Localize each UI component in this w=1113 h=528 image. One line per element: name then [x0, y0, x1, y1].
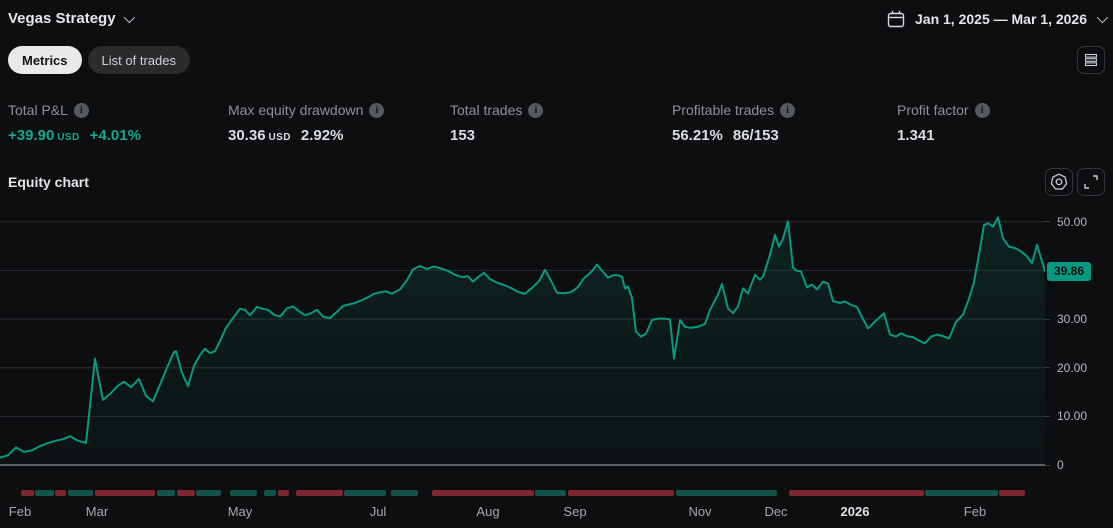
metric-secondary: 2.92% — [300, 127, 344, 144]
x-axis-label: Dec — [764, 504, 788, 519]
metric-profit-factor: Profit factor i 1.341 — [897, 102, 990, 144]
y-axis-tick — [1045, 221, 1050, 223]
page-title: Vegas Strategy — [8, 10, 116, 27]
x-axis-label: Nov — [688, 504, 712, 519]
metric-secondary: +4.01% — [89, 127, 141, 144]
metric-max-drawdown: Max equity drawdown i 30.36 USD 2.92% — [228, 102, 385, 144]
chevron-down-icon — [123, 11, 135, 23]
trade-segment-loss[interactable] — [55, 490, 66, 496]
x-axis-label: 2026 — [840, 504, 870, 519]
y-axis-label: 30.00 — [1057, 312, 1088, 327]
y-axis-tick — [1045, 415, 1050, 417]
chevron-down-icon — [1096, 11, 1109, 24]
trade-segment-win[interactable] — [196, 490, 221, 496]
trade-segment-loss[interactable] — [568, 490, 674, 496]
metric-total-pnl: Total P&L i +39.90 USD +4.01% — [8, 102, 141, 144]
trade-segment-loss[interactable] — [177, 490, 195, 496]
trade-segment-win[interactable] — [391, 490, 418, 496]
y-axis-label: 50.00 — [1057, 214, 1088, 229]
trade-results-strip — [0, 490, 1045, 497]
metric-value: 56.21% — [672, 127, 723, 144]
metric-secondary: 86/153 — [732, 127, 779, 144]
rows-icon — [1084, 53, 1098, 67]
equity-area-fill — [0, 217, 1045, 465]
fullscreen-button[interactable] — [1077, 168, 1105, 196]
gear-icon — [1050, 173, 1068, 190]
trade-segment-win[interactable] — [157, 490, 175, 496]
trade-segment-loss[interactable] — [999, 490, 1025, 496]
strategy-selector[interactable]: Vegas Strategy — [8, 10, 135, 27]
report-layout-button[interactable] — [1077, 46, 1105, 74]
trade-segment-loss[interactable] — [278, 490, 289, 496]
trade-segment-loss[interactable] — [95, 490, 155, 496]
metrics-summary: Total P&L i +39.90 USD +4.01% Max equity… — [0, 102, 1113, 152]
metric-profitable-trades: Profitable trades i 56.21% 86/153 — [672, 102, 795, 144]
info-icon[interactable]: i — [974, 102, 990, 118]
date-range-selector[interactable]: Jan 1, 2025 — Mar 1, 2026 — [887, 10, 1109, 28]
y-axis[interactable]: 0 10.00 20.00 30.00 50.00 39.86 — [1045, 210, 1113, 480]
tabs-row: Metrics List of trades — [8, 46, 1105, 74]
strategy-tester-panel: Vegas Strategy Jan 1, 2025 — Mar 1, 2026… — [0, 0, 1113, 528]
x-axis-label: Feb — [963, 504, 987, 519]
info-icon[interactable]: i — [528, 102, 544, 118]
info-icon[interactable]: i — [779, 102, 795, 118]
metric-value: 1.341 — [897, 127, 935, 144]
y-axis-label: 20.00 — [1057, 360, 1088, 375]
metric-label: Profit factor — [897, 102, 969, 118]
trade-segment-loss[interactable] — [296, 490, 343, 496]
fullscreen-icon — [1084, 175, 1098, 189]
top-bar: Vegas Strategy Jan 1, 2025 — Mar 1, 2026 — [0, 10, 1113, 36]
calendar-icon — [887, 11, 905, 28]
metric-label: Max equity drawdown — [228, 102, 364, 118]
metric-label: Total P&L — [8, 102, 68, 118]
x-axis-label: May — [227, 504, 253, 519]
chart-title: Equity chart — [8, 174, 89, 190]
metric-label: Total trades — [450, 102, 523, 118]
x-axis-label: Mar — [85, 504, 109, 519]
equity-curve-plot — [0, 216, 1045, 466]
x-axis[interactable]: Feb Mar May Jul Aug Sep Nov Dec 2026 Feb — [0, 504, 1045, 522]
view-tabs: Metrics List of trades — [8, 46, 1105, 74]
trade-segment-win[interactable] — [925, 490, 998, 496]
chart-header: Equity chart — [8, 168, 1105, 196]
trade-segment-win[interactable] — [676, 490, 777, 496]
x-axis-label: Aug — [476, 504, 500, 519]
trade-segment-loss[interactable] — [432, 490, 534, 496]
tab-list-of-trades[interactable]: List of trades — [87, 46, 190, 74]
metric-value: +39.90 — [8, 127, 55, 144]
y-axis-label: 0 — [1057, 458, 1064, 472]
date-range-label: Jan 1, 2025 — Mar 1, 2026 — [915, 11, 1087, 27]
trade-segment-loss[interactable] — [21, 490, 34, 496]
metric-total-trades: Total trades i 153 — [450, 102, 544, 144]
metric-unit: USD — [268, 132, 291, 143]
trade-segment-loss[interactable] — [789, 490, 924, 496]
tab-metrics[interactable]: Metrics — [8, 46, 82, 74]
x-axis-label: Jul — [369, 504, 387, 519]
x-axis-label: Sep — [563, 504, 587, 519]
y-axis-tick — [1045, 464, 1050, 466]
equity-chart[interactable]: 0 10.00 20.00 30.00 50.00 39.86 Feb Mar May Jul A… — [0, 210, 1113, 528]
metric-unit: USD — [57, 132, 80, 143]
y-axis-tick — [1045, 367, 1050, 369]
y-axis-label: 10.00 — [1057, 409, 1088, 424]
metric-label: Profitable trades — [672, 102, 774, 118]
trade-segment-win[interactable] — [344, 490, 386, 496]
trade-segment-win[interactable] — [35, 490, 54, 496]
x-axis-label: Feb — [8, 504, 32, 519]
trade-segment-win[interactable] — [535, 490, 566, 496]
metric-value: 153 — [450, 127, 476, 144]
chart-settings-button[interactable] — [1045, 168, 1073, 196]
info-icon[interactable]: i — [73, 102, 89, 118]
trade-segment-win[interactable] — [230, 490, 257, 496]
trade-segment-win[interactable] — [264, 490, 276, 496]
y-axis-tick — [1045, 318, 1050, 320]
last-value-badge: 39.86 — [1047, 261, 1092, 281]
metric-value: 30.36 — [228, 127, 266, 144]
trade-segment-win[interactable] — [68, 490, 93, 496]
info-icon[interactable]: i — [369, 102, 385, 118]
